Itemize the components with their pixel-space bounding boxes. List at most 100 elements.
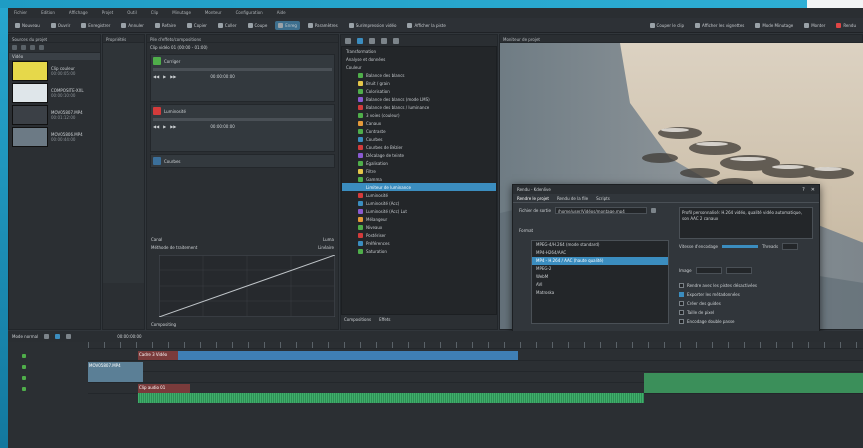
track-lock-icon[interactable] [22,386,26,391]
effect-list-item[interactable]: Décalage de teinte [342,151,496,159]
effect-list-item[interactable]: Courbes de Bézier [342,143,496,151]
menu-item[interactable]: Configuration [236,10,263,16]
favorite-icon[interactable] [393,37,399,44]
bin-clip[interactable]: MOV05806.MP4 00:00:44:00 [9,126,100,148]
spacer-tool-icon[interactable] [66,334,72,339]
transport-icon[interactable]: ▶▶ [170,124,176,129]
curves-editor[interactable] [159,255,335,317]
effect-list-item[interactable]: 3 voies (couleur) [342,111,496,119]
effect-list-item[interactable]: Luminosité (Acc) Lut [342,207,496,215]
effect-item[interactable]: Courbes [150,154,335,168]
menu-item[interactable]: Affichage [69,10,88,16]
audio-clip-label[interactable]: Clip audio 01 [138,384,190,393]
format-item[interactable]: Matroska [532,289,668,297]
bin-clip[interactable]: Clip couleur 00:00:05:00 [9,60,100,82]
effect-list-item[interactable]: Préférences [342,239,496,247]
help-icon[interactable]: ? [802,187,805,193]
effect-list-item[interactable]: Balance des blancs [342,71,496,79]
search-icon[interactable] [39,45,44,50]
bin-clip[interactable]: MOV05807.MP4 00:01:12:00 [9,104,100,126]
param-a-row[interactable]: Canal Luma [151,237,334,244]
toolbar-button[interactable]: Monter [801,21,828,30]
menu-item[interactable]: Projet [102,10,114,16]
effect-list-item[interactable]: Balance des blancs (mode LMS) [342,95,496,103]
transport-icon[interactable]: ▶ [163,124,166,129]
toolbar-button[interactable]: Mode Minutage [752,21,796,30]
effect-category[interactable]: Couleur [342,63,496,71]
toolbar-button[interactable]: Rendu [833,21,859,30]
effect-item[interactable]: Luminosité ◀◀ ▶ ▶▶ 00:00:00:00 [150,104,335,152]
render-option-checkbox[interactable] [679,319,684,324]
transport-icon[interactable]: ▶ [163,74,166,79]
effects-footer-tab[interactable]: Effets [379,317,390,322]
effect-list-item[interactable]: Luminosité (Acc) [342,199,496,207]
format-item[interactable]: MP4 - H.264 / AAC (haute qualité) [532,257,668,265]
effect-enable-toggle[interactable] [153,57,161,65]
fps-field[interactable] [695,267,722,274]
effect-list-item[interactable]: Luminosité [342,191,496,199]
toolbar-button[interactable]: Enreg [275,20,300,30]
toolbar-button[interactable]: Coller [215,21,240,30]
effect-category[interactable]: Analyse et données [342,55,496,63]
effect-list-item[interactable]: Niveaux [342,223,496,231]
effect-list-item[interactable]: Mélangeur [342,215,496,223]
effect-list-item[interactable]: Canaux [342,119,496,127]
toolbar-button[interactable]: Enregistrer [78,21,113,30]
speed-slider[interactable] [721,245,758,248]
render-tab[interactable]: Rendu de la file [557,196,588,201]
transport-icon[interactable]: ◀◀ [153,124,159,129]
add-clip-icon[interactable] [12,45,17,50]
effect-list-item[interactable]: Balance des blancs / luminance [342,103,496,111]
render-option-checkbox[interactable] [679,283,684,288]
render-option-checkbox[interactable] [679,301,684,306]
effect-list-item[interactable]: Limiteur de luminance [342,183,496,191]
razor-tool-icon[interactable] [55,334,61,339]
format-item[interactable]: WebM [532,273,668,281]
transport-icon[interactable]: ▶▶ [170,74,176,79]
menu-item[interactable]: Edition [41,10,55,16]
custom-effects-icon[interactable] [381,37,387,44]
format-item[interactable]: MPEG-4/H.264 (mode standard) [532,241,668,249]
render-tab[interactable]: Scripts [596,196,610,201]
effect-list-item[interactable]: Courbes [342,135,496,143]
menu-item[interactable]: Minutage [172,10,191,16]
menu-item[interactable]: Clip [151,10,159,16]
track-lock-icon[interactable] [22,375,26,380]
effect-list-item[interactable]: Gamma [342,175,496,183]
list-view-icon[interactable] [345,37,351,44]
folder-row[interactable]: Vidéo [9,53,100,60]
browse-folder-icon[interactable] [650,208,656,213]
toolbar-button[interactable]: Refaire [152,21,179,30]
fps-field-2[interactable] [725,267,752,274]
param-b-row[interactable]: Méthode de traitement Linéaire [151,245,334,252]
effect-enable-toggle[interactable] [153,157,161,165]
track-lock-icon[interactable] [22,353,26,358]
video-effects-icon[interactable] [357,37,363,44]
output-field[interactable]: /home/user/Vidéos/montage.mp4 [554,207,647,214]
toolbar-button[interactable]: Paramètres [305,21,341,30]
folder-icon[interactable] [21,45,26,50]
effect-keyframe-bar[interactable] [153,118,332,121]
toolbar-button[interactable]: Coupe [245,21,271,30]
video-clip[interactable] [178,351,518,360]
effect-list-item[interactable]: Filtre [342,167,496,175]
effect-list-item[interactable]: Bruit / grain [342,79,496,87]
menu-item[interactable]: Monteur [205,10,222,16]
effect-enable-toggle[interactable] [153,107,161,115]
toolbar-button[interactable]: Afficher les vignettes [692,21,747,30]
effect-list-item[interactable]: Égalisation [342,159,496,167]
delete-icon[interactable] [30,45,35,50]
menu-item[interactable]: Aide [277,10,286,16]
render-tab[interactable]: Rendre le projet [517,196,549,201]
toolbar-button[interactable]: Afficher la piste [404,21,448,30]
toolbar-button[interactable]: Couper le clip [647,21,688,30]
toolbar-button[interactable]: Copier [184,21,210,30]
threads-field[interactable] [782,243,799,250]
format-item[interactable]: MPEG-2 [532,265,668,273]
audio-waveform[interactable] [138,393,644,403]
effect-category[interactable]: Transformation [342,47,496,55]
track-lock-icon[interactable] [22,364,26,369]
timeline-ruler[interactable] [88,342,863,349]
format-item[interactable]: AVI [532,281,668,289]
effect-item[interactable]: Corriger ◀◀ ▶ ▶▶ 00:00:00:00 [150,54,335,102]
